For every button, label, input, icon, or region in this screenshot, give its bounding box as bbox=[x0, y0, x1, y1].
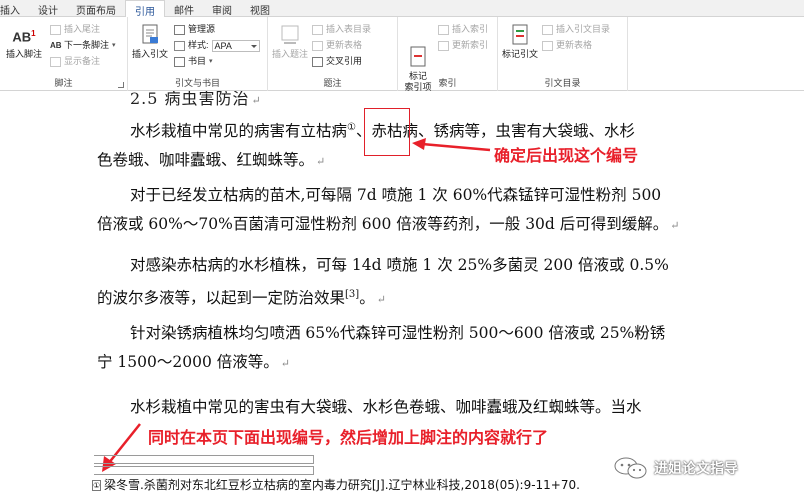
citation-group: 插入引文 管理源 样式: APA 书目 ▾ 引文与书目 bbox=[128, 17, 268, 91]
insert-footnote-button[interactable]: AB1 插入脚注 bbox=[4, 23, 44, 60]
annotation-top-text: 确定后出现这个编号 bbox=[494, 146, 639, 165]
index-group-label: 索引 bbox=[438, 78, 457, 88]
caption-group-label: 题注 bbox=[323, 78, 342, 88]
tab-view[interactable]: 视图 bbox=[241, 0, 279, 17]
mark-citation-icon bbox=[508, 23, 532, 47]
annotation-arrow-top bbox=[412, 138, 491, 152]
cross-reference-button[interactable]: 交叉引用 bbox=[312, 55, 362, 68]
tab-mailings[interactable]: 邮件 bbox=[165, 0, 203, 17]
toa-group-label: 引文目录 bbox=[544, 78, 581, 88]
manage-sources-button[interactable]: 管理源 bbox=[174, 23, 215, 36]
tab-references[interactable]: 引用 bbox=[125, 0, 165, 18]
next-footnote-button[interactable]: AB 下一条脚注 ▾ bbox=[50, 39, 116, 52]
ribbon: AB1 插入脚注 插入尾注 AB 下一条脚注 ▾ 显示备注 脚注 插入引文 管理… bbox=[0, 17, 804, 92]
citation-style-row: 样式: APA bbox=[174, 39, 260, 52]
bibliography-icon bbox=[174, 56, 185, 67]
annotation-bottom-text: 同时在本页下面出现编号，然后增加上脚注的内容就行了 bbox=[148, 428, 549, 447]
endnote-icon bbox=[50, 24, 61, 35]
insert-index-button[interactable]: 插入索引 bbox=[438, 23, 488, 36]
insert-table-of-figures-button[interactable]: 插入表目录 bbox=[312, 23, 371, 36]
table-of-figures-icon bbox=[312, 24, 323, 35]
update-toa-icon bbox=[542, 40, 553, 51]
insert-toa-icon bbox=[542, 24, 553, 35]
chevron-down-icon: ▾ bbox=[112, 42, 116, 49]
footnote-icon: AB1 bbox=[12, 29, 36, 45]
footnote-highlight-box bbox=[364, 108, 410, 156]
paragraph-4[interactable]: 针对染锈病植株均匀喷洒 65%代森锌可湿性粉剂 500～600 倍液或 25%粉… bbox=[97, 319, 737, 378]
footnote-reference[interactable]: ① bbox=[347, 122, 356, 133]
paragraph-5[interactable]: 水杉栽植中常见的害虫有大袋蛾、水杉色卷蛾、咖啡蠹蛾及红蜘蛛等。当水 bbox=[97, 393, 737, 422]
tab-design[interactable]: 设计 bbox=[29, 0, 67, 17]
caption-group: 插入题注 插入表目录 更新表格 交叉引用 题注 bbox=[268, 17, 398, 91]
tab-insert[interactable]: 插入 bbox=[0, 0, 29, 17]
dialog-launcher-icon[interactable] bbox=[118, 82, 124, 88]
next-footnote-icon: AB bbox=[50, 40, 62, 50]
style-icon bbox=[174, 40, 185, 51]
citation-reference[interactable]: [3] bbox=[345, 289, 359, 300]
mark-entry-icon bbox=[406, 34, 430, 67]
bibliography-button[interactable]: 书目 ▾ bbox=[174, 55, 213, 68]
ribbon-tab-bar: 插入 设计 页面布局 引用 邮件 审阅 视图 bbox=[0, 0, 804, 18]
wechat-icon bbox=[614, 456, 648, 480]
cross-reference-icon bbox=[312, 56, 323, 67]
footnote-number: ① bbox=[92, 480, 101, 491]
footnote-text[interactable]: ① 梁冬雪.杀菌剂对东北红豆杉立枯病的室内毒力研究[J].辽宁林业科技,2018(… bbox=[92, 476, 580, 493]
tab-page-layout[interactable]: 页面布局 bbox=[67, 0, 125, 17]
footnote-separator bbox=[94, 455, 314, 464]
citation-group-label: 引文与书目 bbox=[174, 78, 220, 88]
update-table-button[interactable]: 更新表格 bbox=[312, 39, 362, 52]
manage-sources-icon bbox=[174, 24, 185, 35]
update-index-icon bbox=[438, 40, 449, 51]
insert-toa-button[interactable]: 插入引文目录 bbox=[542, 23, 610, 36]
footnote-group: AB1 插入脚注 插入尾注 AB 下一条脚注 ▾ 显示备注 脚注 bbox=[0, 17, 128, 91]
watermark: 进姐论文指导 bbox=[614, 456, 738, 480]
tab-review[interactable]: 审阅 bbox=[203, 0, 241, 17]
paragraph-2[interactable]: 对于已经发立枯病的苗木,可每隔 7d 喷施 1 次 60%代森锰锌可湿性粉剂 5… bbox=[97, 181, 737, 240]
insert-citation-icon bbox=[138, 23, 162, 47]
update-index-button[interactable]: 更新索引 bbox=[438, 39, 488, 52]
show-notes-button[interactable]: 显示备注 bbox=[50, 55, 100, 68]
toa-group: 标记引文 插入引文目录 更新表格 引文目录 bbox=[498, 17, 628, 91]
watermark-text: 进姐论文指导 bbox=[654, 461, 738, 477]
footnote-group-label: 脚注 bbox=[54, 78, 73, 88]
section-heading-partial: 2.5 病虫害防治 ↵ bbox=[130, 91, 262, 108]
insert-citation-button[interactable]: 插入引文 bbox=[130, 23, 170, 60]
insert-caption-button[interactable]: 插入题注 bbox=[270, 23, 310, 60]
mark-citation-button[interactable]: 标记引文 bbox=[500, 23, 540, 60]
chevron-down-icon: ▾ bbox=[209, 58, 213, 65]
footnote-separator-2 bbox=[94, 466, 314, 475]
update-table-icon bbox=[312, 40, 323, 51]
insert-endnote-button[interactable]: 插入尾注 bbox=[50, 23, 100, 36]
show-notes-icon bbox=[50, 56, 61, 67]
insert-index-icon bbox=[438, 24, 449, 35]
index-group: 标记 索引项 插入索引 更新索引 索引 bbox=[398, 17, 498, 92]
paragraph-3[interactable]: 对感染赤枯病的水杉植株，可每 14d 喷施 1 次 25%多菌灵 200 倍液或… bbox=[97, 251, 737, 314]
insert-caption-icon bbox=[278, 23, 302, 47]
update-toa-button[interactable]: 更新表格 bbox=[542, 39, 592, 52]
citation-style-select[interactable]: APA bbox=[211, 39, 260, 52]
